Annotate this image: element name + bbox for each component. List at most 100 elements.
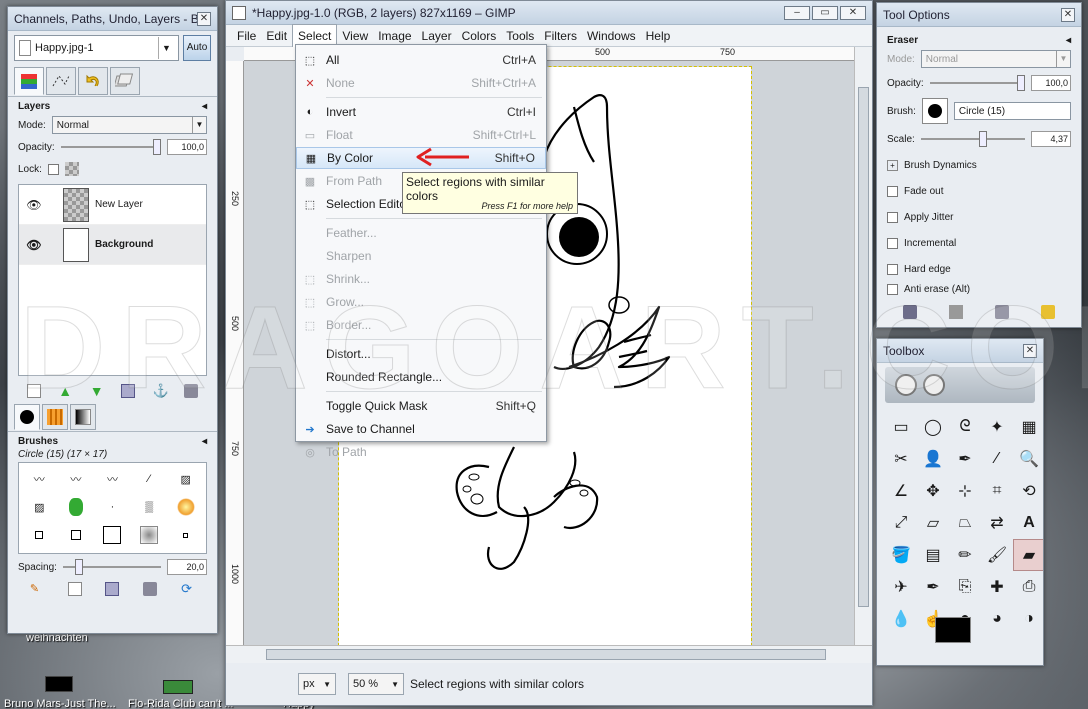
shear-icon[interactable]: ▱ [917, 507, 949, 539]
panel-menu-icon[interactable]: ◂ [202, 101, 207, 112]
raise-layer-icon[interactable]: ▲ [58, 384, 72, 398]
brush-thumb[interactable] [131, 521, 168, 549]
brush-thumb[interactable] [94, 521, 131, 549]
apply-jitter-checkbox[interactable] [887, 211, 898, 223]
select-menu-item-float[interactable]: ▭ Float Shift+Ctrl+L [296, 124, 546, 146]
tool-mode-select[interactable]: Normal ▼ [920, 50, 1071, 68]
slider-knob[interactable] [153, 139, 161, 155]
brush-thumb[interactable] [58, 493, 95, 521]
select-menu-item-border[interactable]: ⬚ Border... [296, 314, 546, 336]
slider-knob[interactable] [978, 131, 987, 147]
scale-slider[interactable] [920, 131, 1025, 147]
ink-icon[interactable]: ✒ [917, 571, 949, 603]
eye-icon[interactable]: 👁 [25, 198, 43, 212]
close-icon[interactable]: ✕ [1061, 7, 1075, 22]
vertical-scrollbar[interactable] [854, 47, 872, 645]
brush-preview[interactable] [921, 98, 948, 124]
select-menu-item-to-path[interactable]: ◎ To Path [296, 441, 546, 463]
hard-edge-checkbox[interactable] [887, 263, 898, 275]
lock-pixels-checkbox[interactable] [47, 163, 59, 175]
layer-row[interactable]: 👁 New Layer [19, 185, 206, 225]
fuzzy-select-icon[interactable]: ✦ [981, 411, 1013, 443]
align-icon[interactable]: ⊹ [949, 475, 981, 507]
close-icon[interactable]: ✕ [840, 5, 866, 20]
anchor-icon[interactable]: ⚓ [153, 384, 169, 398]
brush-thumb[interactable]: ▒ [131, 493, 168, 521]
zoom-icon[interactable]: 🔍 [1013, 443, 1043, 475]
select-menu-item-all[interactable]: ⬚ All Ctrl+A [296, 49, 546, 71]
blur-icon[interactable]: 💧 [885, 603, 917, 635]
toolbox-titlebar[interactable]: Toolbox ✕ [877, 339, 1043, 363]
bucket-fill-icon[interactable]: 🪣 [885, 539, 917, 571]
layer-name[interactable]: New Layer [95, 199, 143, 210]
tab-paths[interactable] [46, 67, 76, 95]
layer-mode-select[interactable]: Normal ▼ [51, 116, 207, 134]
select-menu-item-invert[interactable]: ◐ Invert Ctrl+I [296, 101, 546, 123]
left-dock-titlebar[interactable]: Channels, Paths, Undo, Layers - B... ✕ [8, 7, 217, 31]
tab-gradients[interactable] [70, 404, 96, 430]
auto-button[interactable]: Auto [183, 35, 211, 61]
lower-layer-icon[interactable]: ▼ [90, 384, 104, 398]
panel-menu-icon[interactable]: ◂ [1066, 35, 1071, 46]
maximize-icon[interactable]: ▭ [812, 5, 838, 20]
save-options-icon[interactable] [903, 305, 917, 319]
select-menu-item-none[interactable]: ✕ None Shift+Ctrl+A [296, 72, 546, 94]
tool-options-titlebar[interactable]: Tool Options ✕ [877, 3, 1081, 27]
zoom-select[interactable]: 50 % ▼ [348, 673, 404, 695]
select-menu-item-sharpen[interactable]: Sharpen [296, 245, 546, 267]
brush-thumb[interactable]: ▨ [21, 493, 58, 521]
measure-icon[interactable]: ∠ [885, 475, 917, 507]
spacing-slider[interactable] [62, 559, 161, 575]
brush-thumb[interactable]: · [94, 493, 131, 521]
gimp-titlebar[interactable]: *Happy.jpg-1.0 (RGB, 2 layers) 827x1169 … [226, 1, 872, 25]
anti-erase-checkbox[interactable] [887, 283, 898, 295]
duplicate-layer-icon[interactable] [121, 384, 136, 398]
scissors-icon[interactable]: ✂ [885, 443, 917, 475]
desktop-icon-video[interactable] [163, 680, 193, 694]
delete-icon[interactable] [143, 582, 158, 596]
brush-thumb[interactable] [167, 521, 204, 549]
airbrush-icon[interactable]: ✈ [885, 571, 917, 603]
panel-menu-icon[interactable]: ◂ [202, 436, 207, 447]
layer-name[interactable]: Background [95, 239, 153, 250]
tab-channels[interactable] [110, 67, 140, 95]
horizontal-scrollbar[interactable] [226, 645, 872, 663]
brush-name-field[interactable]: Circle (15) [953, 102, 1071, 120]
duplicate-brush-icon[interactable] [105, 582, 120, 596]
perspective-clone-icon[interactable]: ⎙ [1013, 571, 1043, 603]
lasso-icon[interactable]: ᘓ [949, 411, 981, 443]
edit-brush-icon[interactable]: ✎ [30, 582, 44, 596]
eye-icon[interactable]: 👁 [25, 238, 43, 252]
desktop-label-bruno[interactable]: Bruno Mars-Just The... [4, 698, 116, 709]
brush-dynamics-label[interactable]: Brush Dynamics [904, 160, 977, 171]
rotate-icon[interactable]: ⟲ [1013, 475, 1043, 507]
brush-thumb[interactable] [21, 521, 58, 549]
ellipse-select-icon[interactable]: ◯ [917, 411, 949, 443]
blend-icon[interactable]: ▤ [917, 539, 949, 571]
reset-icon[interactable] [1041, 305, 1055, 319]
crop-icon[interactable]: ⌗ [981, 475, 1013, 507]
scroll-thumb[interactable] [266, 649, 826, 660]
heal-icon[interactable]: ✚ [981, 571, 1013, 603]
select-menu-item-shrink[interactable]: ⬚ Shrink... [296, 268, 546, 290]
close-icon[interactable]: ✕ [1023, 343, 1037, 358]
layer-opacity-value[interactable]: 100,0 [167, 139, 207, 155]
foreground-color[interactable] [935, 617, 971, 643]
tool-opacity-slider[interactable] [929, 75, 1025, 91]
desktop-label-florida[interactable]: Flo-Rida Club can't ... [128, 698, 233, 709]
brush-thumb[interactable] [167, 493, 204, 521]
foreground-select-icon[interactable]: 👤 [917, 443, 949, 475]
unit-select[interactable]: px ▼ [298, 673, 336, 695]
select-menu-item-toggle-quick-mask[interactable]: Toggle Quick Mask Shift+Q [296, 395, 546, 417]
brush-thumb[interactable] [58, 521, 95, 549]
refresh-icon[interactable]: ⟳ [181, 582, 195, 596]
tab-undo[interactable] [78, 67, 108, 95]
flip-icon[interactable]: ⇄ [981, 507, 1013, 539]
color-picker-icon[interactable]: ⁄ [981, 443, 1013, 475]
text-icon[interactable]: A [1013, 507, 1043, 539]
chevron-down-icon[interactable]: ▼ [158, 37, 174, 59]
close-icon[interactable]: ✕ [197, 11, 211, 26]
select-menu-item-distort[interactable]: Distort... [296, 343, 546, 365]
paths-icon[interactable]: ✒ [949, 443, 981, 475]
image-select[interactable]: Happy.jpg-1 ▼ [14, 35, 179, 61]
